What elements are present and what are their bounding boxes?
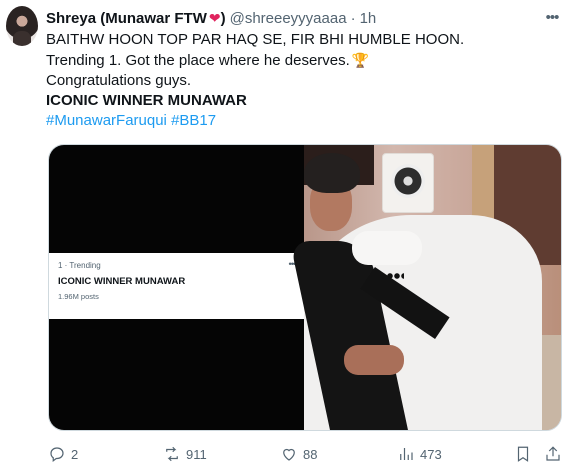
media-grid[interactable]: 1 · Trending ICONIC WINNER MUNAWAR 1.96M… xyxy=(48,144,562,431)
views-count: 473 xyxy=(420,446,442,462)
repost-icon xyxy=(166,446,178,462)
timestamp[interactable]: 1h xyxy=(360,10,377,27)
tweet: Shreya (Munawar FTW ❤ ) @shreeeyyyaaaa ·… xyxy=(46,8,566,131)
author-name-close: ) xyxy=(220,9,226,27)
repost-button[interactable]: 911 xyxy=(163,445,207,463)
text-line-3: Congratulations guys. xyxy=(46,72,192,89)
bookmark-button[interactable] xyxy=(514,445,532,463)
photo-hand xyxy=(344,345,404,375)
photo-speaker xyxy=(382,153,434,213)
repost-count: 911 xyxy=(186,446,207,462)
like-button[interactable]: 88 xyxy=(280,445,317,463)
action-bar: 2 911 88 473 xyxy=(48,444,562,464)
separator: · xyxy=(350,9,356,27)
tweet-header: Shreya (Munawar FTW ❤ ) @shreeeyyyaaaa ·… xyxy=(46,8,566,28)
more-options-icon[interactable]: ••• xyxy=(543,8,561,26)
avatar[interactable] xyxy=(6,6,38,46)
heart-icon: ❤ xyxy=(208,9,221,26)
media-image-photo[interactable] xyxy=(289,145,561,430)
trend-card: 1 · Trending ICONIC WINNER MUNAWAR 1.96M… xyxy=(49,253,305,319)
views-button[interactable]: 473 xyxy=(397,445,442,463)
text-bold-line: ICONIC WINNER MUNAWAR xyxy=(46,92,247,109)
hashtag-munawarfaruqui[interactable]: #MunawarFaruqui xyxy=(46,112,167,129)
author-handle[interactable]: @shreeeyyyaaaa xyxy=(230,10,347,27)
share-button[interactable] xyxy=(544,445,562,463)
text-line-2: Trending 1. Got the place where he deser… xyxy=(46,50,566,71)
trend-meta: 1 · Trending xyxy=(58,261,101,270)
text-line-1: BAITHW HOON TOP PAR HAQ SE, FIR BHI HUMB… xyxy=(46,31,465,48)
trophy-icon: 🏆 xyxy=(351,52,370,68)
trend-posts: 1.96M posts xyxy=(58,292,99,301)
share-icon xyxy=(546,446,560,461)
photo-arm xyxy=(352,231,422,265)
tweet-text: BAITHW HOON TOP PAR HAQ SE, FIR BHI HUMB… xyxy=(46,30,566,131)
trend-title: ICONIC WINNER MUNAWAR xyxy=(58,276,186,287)
reply-button[interactable]: 2 xyxy=(48,445,78,463)
media-image-trending-screenshot[interactable]: 1 · Trending ICONIC WINNER MUNAWAR 1.96M… xyxy=(49,145,305,430)
like-count: 88 xyxy=(303,446,318,462)
views-icon xyxy=(400,448,413,460)
author-name[interactable]: Shreya (Munawar FTW xyxy=(46,10,207,27)
hashtags: #MunawarFaruqui #BB17 xyxy=(46,111,566,131)
photo-sleeve-buttons xyxy=(380,273,404,279)
like-icon xyxy=(283,448,295,461)
hashtag-bb17[interactable]: #BB17 xyxy=(171,112,216,129)
bookmark-icon xyxy=(517,446,529,462)
text-line-2-content: Trending 1. Got the place where he deser… xyxy=(46,52,350,69)
reply-icon xyxy=(50,447,64,462)
photo-hair xyxy=(304,153,360,193)
reply-count: 2 xyxy=(71,446,79,462)
